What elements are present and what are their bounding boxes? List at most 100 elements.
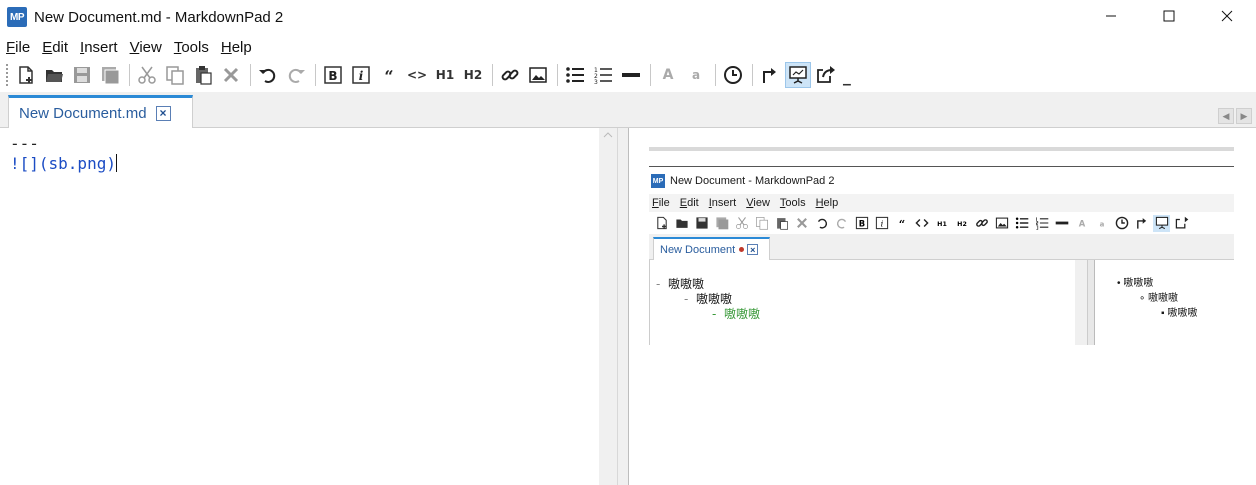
toolbar-separator xyxy=(650,64,651,86)
new-document-icon xyxy=(19,66,33,84)
square-bullet-icon: ▪ xyxy=(1161,308,1165,319)
embedded-save-icon xyxy=(693,215,710,232)
preview-in-browser-button[interactable] xyxy=(785,62,811,88)
split-arrow-icon xyxy=(763,68,776,83)
menu-tools[interactable]: Tools xyxy=(174,39,209,56)
quote-icon: “ xyxy=(384,67,393,85)
save-all-button[interactable] xyxy=(97,62,123,88)
minimize-button[interactable] xyxy=(1082,0,1140,32)
export-button[interactable] xyxy=(813,62,839,88)
editor-scrollbar[interactable] xyxy=(599,128,617,485)
embedded-bold-icon: B xyxy=(853,215,870,232)
link-button[interactable] xyxy=(497,62,523,88)
bullet-list-icon xyxy=(566,67,584,83)
markdown-editor[interactable]: --- ![](sb.png) xyxy=(0,128,618,485)
maximize-button[interactable] xyxy=(1140,0,1198,32)
embedded-menu-help: Help xyxy=(815,197,839,209)
image-icon xyxy=(529,67,547,83)
embedded-h1-icon: H1 xyxy=(933,215,950,232)
blockquote-button[interactable]: “ xyxy=(376,62,402,88)
toolbar: B i “ <> H1 H2 123 A a ▁ xyxy=(0,60,1256,90)
svg-text:“: “ xyxy=(384,67,393,85)
paste-button[interactable] xyxy=(190,62,216,88)
embedded-presentation-icon xyxy=(1153,214,1170,232)
embedded-dash: - xyxy=(656,277,661,291)
export-icon xyxy=(817,66,835,83)
delete-button[interactable] xyxy=(218,62,244,88)
markdownpad-window: MP New Document.md - MarkdownPad 2 File … xyxy=(0,0,1256,485)
embedded-dash: - xyxy=(712,307,717,321)
uppercase-icon: A xyxy=(662,67,674,83)
toolbar-separator xyxy=(752,64,753,86)
embedded-preview-item-3: ▪ 嗷嗷嗷 xyxy=(1161,304,1197,319)
menu-edit[interactable]: Edit xyxy=(42,39,68,56)
live-preview-button[interactable] xyxy=(757,62,783,88)
code-button[interactable]: <> xyxy=(404,62,430,88)
scroll-left-icon[interactable]: ◀ xyxy=(1218,108,1234,124)
document-tab-strip: New Document.md × ◀ ▶ xyxy=(0,92,1256,128)
embedded-save-all-icon xyxy=(713,215,730,232)
scroll-right-icon[interactable]: ▶ xyxy=(1236,108,1252,124)
embedded-folder-icon xyxy=(673,215,690,232)
numbered-list-icon: 123 xyxy=(594,67,612,85)
embedded-preview-item-1: • 嗷嗷嗷 xyxy=(1117,274,1153,289)
ordered-list-button[interactable]: 123 xyxy=(590,62,616,88)
menu-view[interactable]: View xyxy=(130,39,162,56)
toolbar-grip[interactable] xyxy=(6,64,9,86)
h1-button[interactable]: H1 xyxy=(432,62,458,88)
toolbar-separator xyxy=(315,64,316,86)
embedded-menu-tools: Tools xyxy=(779,197,806,209)
open-button[interactable] xyxy=(41,62,67,88)
menu-bar: File Edit Insert View Tools Help xyxy=(0,36,258,58)
new-document-button[interactable] xyxy=(13,62,39,88)
embedded-preview: • 嗷嗷嗷 ∘ 嗷嗷嗷 ▪ 嗷嗷嗷 xyxy=(1095,260,1234,345)
cut-button[interactable] xyxy=(134,62,160,88)
lowercase-icon: a xyxy=(691,68,701,82)
circle-bullet-icon: ∘ xyxy=(1139,293,1146,304)
menu-help[interactable]: Help xyxy=(221,39,252,56)
delete-x-icon xyxy=(223,67,239,83)
redo-button[interactable] xyxy=(283,62,309,88)
code-icon: <> xyxy=(406,68,428,82)
embedded-split-arrow-icon xyxy=(1133,215,1150,232)
toolbar-separator xyxy=(557,64,558,86)
copy-button[interactable] xyxy=(162,62,188,88)
pane-splitter[interactable] xyxy=(617,128,629,485)
embedded-title-bar: MP New Document - MarkdownPad 2 xyxy=(651,174,834,188)
unordered-list-button[interactable] xyxy=(562,62,588,88)
embedded-undo-icon xyxy=(813,215,830,232)
bold-button[interactable]: B xyxy=(320,62,346,88)
svg-text:“: “ xyxy=(898,217,904,230)
svg-text:i: i xyxy=(359,69,364,83)
tab-close-button[interactable]: × xyxy=(155,105,171,121)
tab-new-document[interactable]: New Document.md × xyxy=(8,95,193,128)
menu-insert[interactable]: Insert xyxy=(80,39,118,56)
close-button[interactable] xyxy=(1198,0,1256,32)
h2-button[interactable]: H2 xyxy=(460,62,486,88)
toolbar-separator xyxy=(250,64,251,86)
undo-button[interactable] xyxy=(255,62,281,88)
svg-text:i: i xyxy=(880,219,883,229)
image-button[interactable] xyxy=(525,62,551,88)
toolbar-overflow-icon[interactable]: ▁ xyxy=(843,75,851,86)
embedded-quote-icon: “ xyxy=(893,215,910,232)
lowercase-button[interactable]: a xyxy=(683,62,709,88)
embedded-line-text: 嗷嗷嗷 xyxy=(667,277,704,291)
title-bar: MP New Document.md - MarkdownPad 2 xyxy=(0,0,1256,34)
timestamp-button[interactable] xyxy=(720,62,746,88)
italic-icon: i xyxy=(352,66,370,84)
uppercase-button[interactable]: A xyxy=(655,62,681,88)
horizontal-rule-button[interactable] xyxy=(618,62,644,88)
maximize-icon xyxy=(1163,10,1175,22)
html-preview: MP New Document - MarkdownPad 2 File Edi… xyxy=(629,128,1256,485)
menu-file[interactable]: File xyxy=(6,39,30,56)
italic-button[interactable]: i xyxy=(348,62,374,88)
embedded-copy-icon xyxy=(753,215,770,232)
embedded-tab: New Document × xyxy=(653,237,770,260)
toolbar-separator xyxy=(129,64,130,86)
h1-icon: H1 xyxy=(435,68,455,82)
save-button[interactable] xyxy=(69,62,95,88)
embedded-menu-edit: Edit xyxy=(679,197,699,209)
embedded-bullet-list-icon xyxy=(1013,215,1030,232)
embedded-link-icon xyxy=(973,215,990,232)
